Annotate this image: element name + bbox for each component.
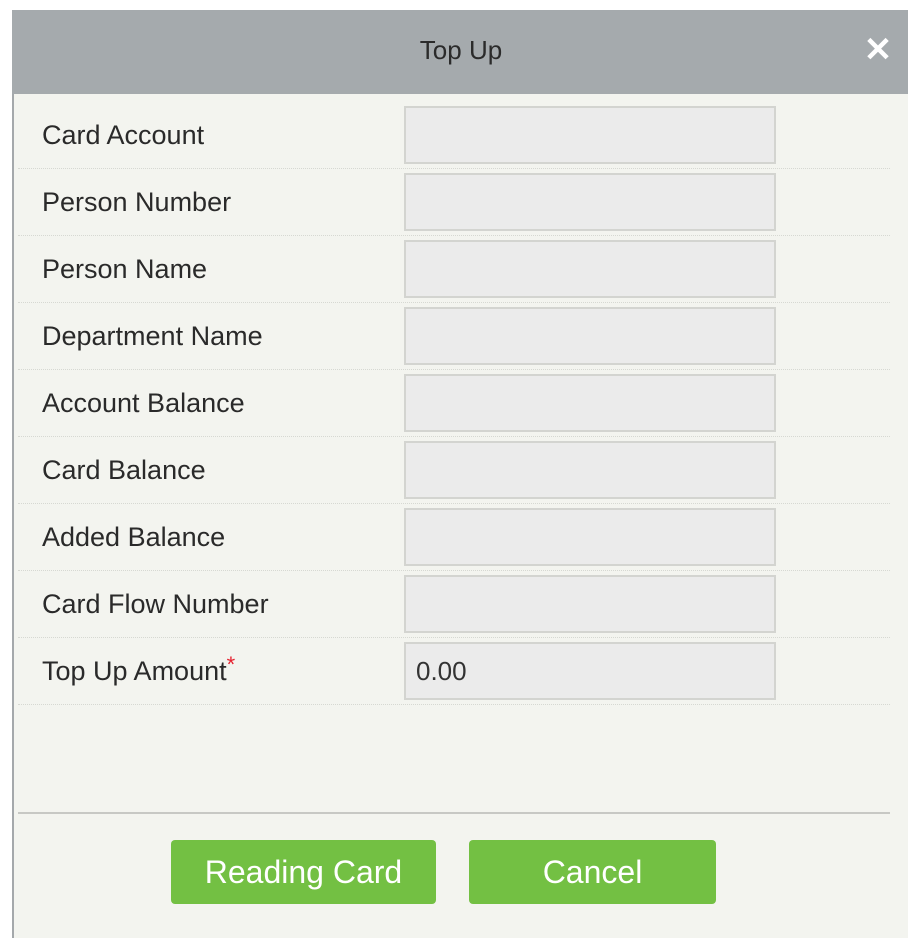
form-row-person-name: Person Name	[18, 236, 890, 303]
card-flow-number-field[interactable]	[404, 575, 776, 633]
card-account-field[interactable]	[404, 106, 776, 164]
dialog-title: Top Up	[419, 35, 503, 65]
top-up-form: Card Account Person Number Person Name D…	[18, 102, 890, 705]
form-row-card-account: Card Account	[18, 102, 890, 169]
card-balance-label: Card Balance	[42, 455, 206, 485]
top-up-amount-field[interactable]	[404, 642, 776, 700]
form-row-top-up-amount: Top Up Amount*	[18, 638, 890, 705]
form-row-account-balance: Account Balance	[18, 370, 890, 437]
person-name-label: Person Name	[42, 254, 208, 284]
department-name-field[interactable]	[404, 307, 776, 365]
account-balance-field[interactable]	[404, 374, 776, 432]
added-balance-field[interactable]	[404, 508, 776, 566]
person-number-field[interactable]	[404, 173, 776, 231]
top-up-amount-label-text: Top Up Amount	[42, 656, 227, 686]
form-row-department-name: Department Name	[18, 303, 890, 370]
card-balance-field[interactable]	[404, 441, 776, 499]
close-icon[interactable]: ✕	[858, 30, 898, 70]
account-balance-label: Account Balance	[42, 388, 245, 418]
reading-card-button[interactable]: Reading Card	[171, 840, 436, 904]
card-flow-number-label: Card Flow Number	[42, 589, 269, 619]
top-up-amount-label: Top Up Amount*	[42, 638, 235, 704]
card-account-label: Card Account	[42, 120, 205, 150]
person-name-field[interactable]	[404, 240, 776, 298]
department-name-label: Department Name	[42, 321, 263, 351]
cancel-button[interactable]: Cancel	[469, 840, 716, 904]
required-marker: *	[226, 652, 236, 677]
footer-divider	[18, 812, 890, 814]
person-number-label: Person Number	[42, 187, 232, 217]
dialog-titlebar: Top Up ✕	[12, 10, 908, 94]
form-row-card-flow-number: Card Flow Number	[18, 571, 890, 638]
added-balance-label: Added Balance	[42, 522, 226, 552]
form-row-added-balance: Added Balance	[18, 504, 890, 571]
form-row-person-number: Person Number	[18, 169, 890, 236]
form-row-card-balance: Card Balance	[18, 437, 890, 504]
